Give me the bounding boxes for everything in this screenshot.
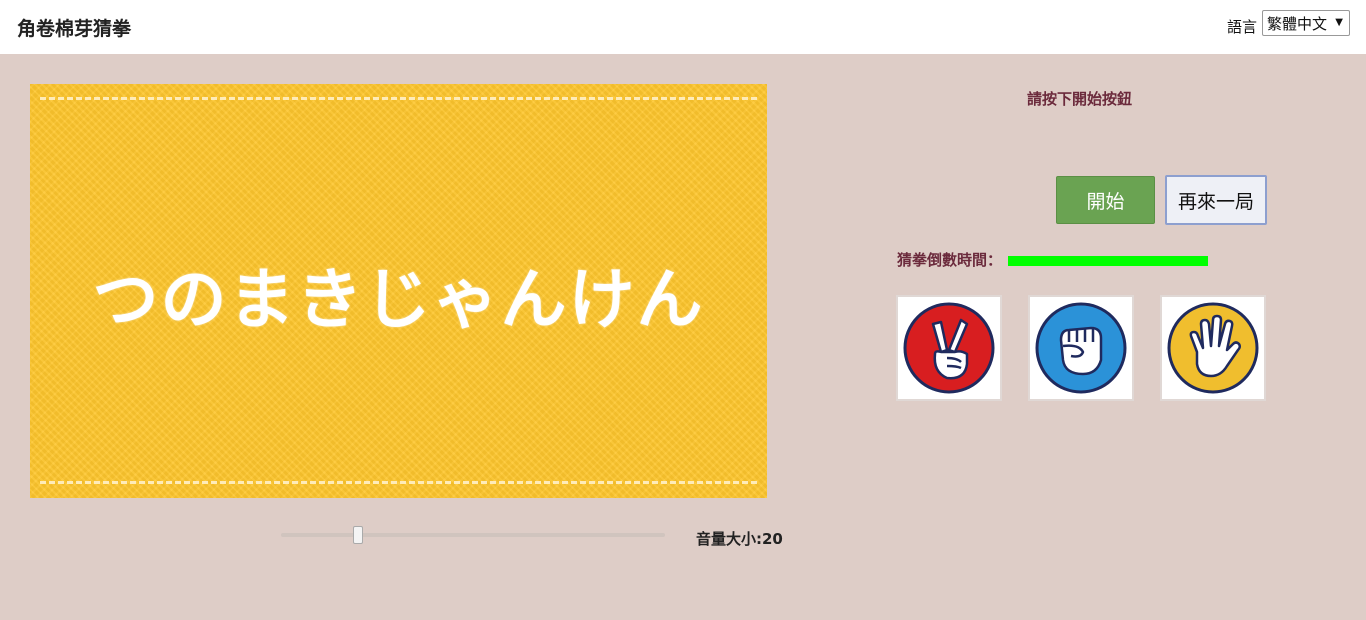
paper-choice-button[interactable] [1160,295,1266,401]
top-bar: 角卷棉芽猜拳 語言 繁體中文 ▼ [0,0,1366,54]
app-title: 角卷棉芽猜拳 [17,18,132,40]
scissors-hand-icon [903,302,995,394]
language-selected-value: 繁體中文 [1267,14,1328,33]
paper-hand-icon [1167,302,1259,394]
start-button[interactable]: 開始 [1056,176,1155,224]
status-message: 請按下開始按鈕 [1027,90,1133,108]
volume-label: 音量大小:20 [696,530,783,548]
countdown-label: 猜拳倒數時間： [897,251,1003,269]
rock-fist-icon [1035,302,1127,394]
volume-slider-thumb[interactable] [353,526,363,544]
banner-title-text: つのまきじゃんけん [92,261,705,338]
volume-slider-track[interactable] [281,533,665,537]
title-banner-image: つのまきじゃんけん [30,84,767,498]
scissors-choice-button[interactable] [896,295,1002,401]
language-label: 語言 [1227,18,1258,36]
banner-stitch-bottom [40,481,757,484]
rock-choice-button[interactable] [1028,295,1134,401]
countdown-bar-fill [1008,256,1208,266]
play-again-button[interactable]: 再來一局 [1165,175,1267,225]
dropdown-caret-icon: ▼ [1335,17,1343,28]
countdown-bar [1008,256,1208,266]
banner-stitch-top [40,97,757,100]
language-select[interactable]: 繁體中文 ▼ [1262,10,1350,36]
